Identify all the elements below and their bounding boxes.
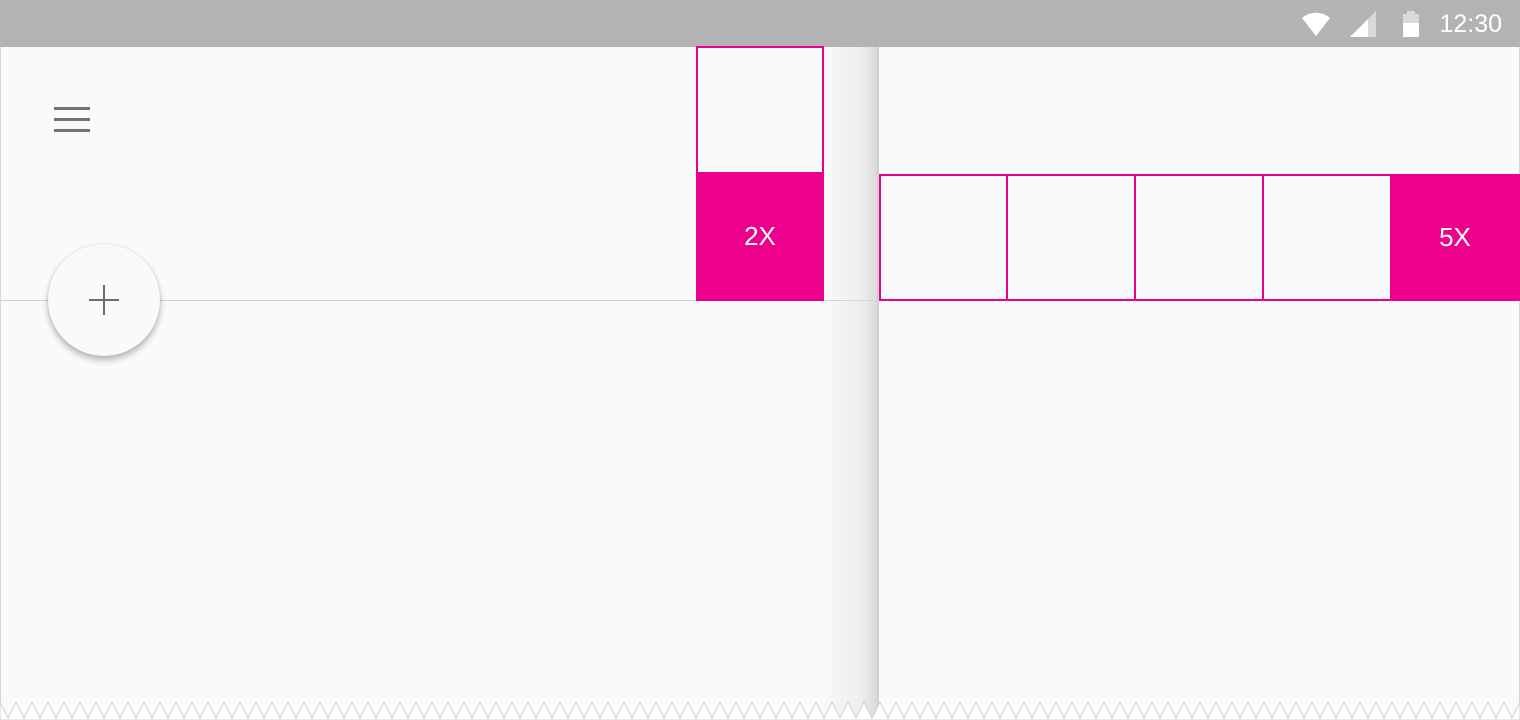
hamburger-menu-icon[interactable] <box>54 107 90 133</box>
add-fab-button[interactable] <box>48 244 160 356</box>
screen-seam-shadow <box>820 47 879 720</box>
keyline-square-outline-4 <box>1262 174 1392 301</box>
battery-icon <box>1403 11 1419 37</box>
keyline-square-5x: 5X <box>1390 174 1520 301</box>
torn-edge <box>0 700 1520 720</box>
wifi-icon <box>1302 12 1330 36</box>
status-time: 12:30 <box>1439 10 1502 38</box>
keyline-square-outline-1 <box>879 174 1008 301</box>
plus-icon-vertical <box>103 285 105 315</box>
screen-seam <box>877 47 879 720</box>
keyline-label-5x: 5X <box>1439 222 1471 252</box>
keyline-label-2x: 2X <box>744 221 776 251</box>
cellular-signal-icon <box>1350 11 1376 37</box>
right-screen <box>879 47 1520 720</box>
keyline-square-outline-3 <box>1134 174 1264 301</box>
keyline-square-outline-2 <box>1006 174 1136 301</box>
keyline-square-2x: 2X <box>696 172 824 301</box>
status-bar: 12:30 <box>0 0 1520 47</box>
keyline-square-outline <box>696 46 824 174</box>
